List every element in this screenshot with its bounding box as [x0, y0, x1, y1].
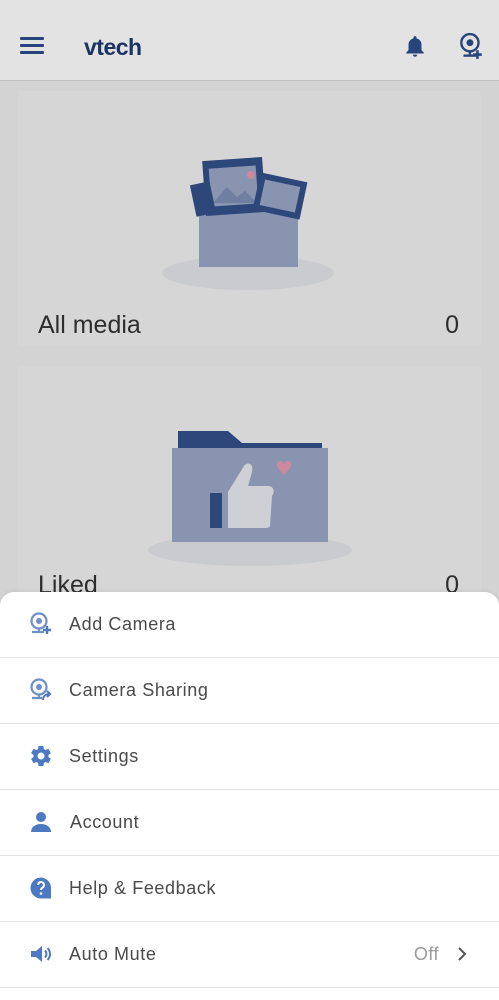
gear-icon [31, 746, 51, 767]
menu-item-label: Account [70, 812, 140, 832]
menu-item-account[interactable]: Account [0, 790, 499, 856]
menu-item-label: Help & Feedback [69, 878, 217, 898]
menu-item-camera-sharing[interactable]: Camera Sharing [0, 658, 499, 724]
menu-item-label: Settings [69, 746, 139, 766]
person-icon [31, 812, 51, 832]
menu-item-help-feedback[interactable]: Help & Feedback [0, 856, 499, 922]
add-camera-icon [30, 612, 51, 634]
bottom-sheet-menu: Add Camera Camera Sharing Settings Accou… [0, 592, 499, 1000]
menu-item-settings[interactable]: Settings [0, 724, 499, 790]
auto-mute-value: Off [413, 944, 439, 964]
menu-item-label: Auto Mute [69, 944, 157, 964]
menu-item-label: Camera Sharing [69, 680, 209, 700]
camera-share-icon [30, 678, 52, 701]
speaker-icon [31, 946, 51, 962]
help-icon [30, 877, 52, 899]
menu-item-label: Add Camera [69, 614, 177, 634]
chevron-right-icon [458, 947, 467, 961]
menu-item-add-camera[interactable]: Add Camera [0, 592, 499, 658]
menu-item-auto-mute[interactable]: Auto Mute Off [0, 922, 499, 988]
